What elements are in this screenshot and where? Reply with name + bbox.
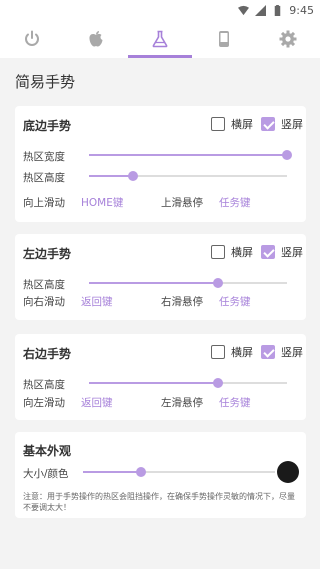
- checkbox-box: [211, 345, 225, 359]
- swipe-up-action[interactable]: HOME键: [81, 195, 123, 210]
- swipe-left-hold-action[interactable]: 任务键: [219, 395, 251, 410]
- tab-settings[interactable]: [256, 20, 320, 58]
- checkbox-label: 横屏: [231, 246, 253, 259]
- hotzone-height-label: 热区高度: [23, 172, 65, 184]
- hotzone-width-slider[interactable]: [89, 149, 292, 161]
- landscape-checkbox[interactable]: 横屏: [211, 244, 253, 260]
- left-gesture-card: 左边手势 横屏 竖屏 热区高度 向右滑动 返回键 右滑悬停 任务键: [15, 234, 306, 320]
- checkbox-box: [211, 117, 225, 131]
- hotzone-width-label: 热区宽度: [23, 151, 65, 163]
- status-bar: 9:45: [0, 0, 320, 20]
- signal-icon: [255, 4, 267, 16]
- checkbox-box: [211, 245, 225, 259]
- flask-icon: [152, 30, 168, 48]
- size-color-label: 大小/颜色: [23, 468, 69, 480]
- card-title: 基本外观: [23, 444, 72, 458]
- landscape-checkbox[interactable]: 横屏: [211, 344, 253, 360]
- card-title: 左边手势: [23, 247, 72, 261]
- checkbox-label: 横屏: [231, 118, 253, 131]
- slider-thumb[interactable]: [282, 150, 292, 160]
- phone-icon: [219, 31, 229, 47]
- hotzone-height-slider[interactable]: [89, 170, 287, 182]
- swipe-up-hold-label: 上滑悬停: [161, 197, 203, 209]
- apple-icon: [89, 31, 103, 47]
- swipe-left-hold-label: 左滑悬停: [161, 397, 203, 409]
- battery-icon: [275, 4, 281, 16]
- hotzone-height-label: 热区高度: [23, 379, 65, 391]
- card-title: 右边手势: [23, 347, 72, 361]
- portrait-checkbox[interactable]: 竖屏: [261, 344, 303, 360]
- checkbox-box: [261, 117, 275, 131]
- swipe-left-action[interactable]: 返回键: [81, 395, 113, 410]
- color-picker-swatch[interactable]: [277, 461, 299, 483]
- tab-apple[interactable]: [64, 20, 128, 58]
- hotzone-height-label: 热区高度: [23, 279, 65, 291]
- right-gesture-card: 右边手势 横屏 竖屏 热区高度 向左滑动 返回键 左滑悬停 任务键: [15, 334, 306, 420]
- swipe-right-label: 向右滑动: [23, 296, 65, 308]
- size-slider[interactable]: [83, 466, 275, 478]
- page-title: 简易手势: [15, 73, 76, 91]
- checkbox-label: 竖屏: [281, 346, 303, 359]
- swipe-up-label: 向上滑动: [23, 197, 65, 209]
- hotzone-height-slider[interactable]: [89, 377, 287, 389]
- clock: 9:45: [289, 3, 314, 17]
- checkbox-label: 竖屏: [281, 246, 303, 259]
- slider-thumb[interactable]: [127, 171, 138, 181]
- wifi-icon: [238, 5, 250, 15]
- checkbox-box: [261, 245, 275, 259]
- swipe-right-action[interactable]: 返回键: [81, 294, 113, 309]
- swipe-left-label: 向左滑动: [23, 397, 65, 409]
- warning-note: 注意：用于手势操作的热区会阻挡操作，在确保手势操作灵敏的情况下，尽量不要调太大！: [23, 492, 295, 512]
- power-icon: [25, 30, 39, 46]
- slider-thumb[interactable]: [212, 378, 223, 388]
- tab-phone[interactable]: [192, 20, 256, 58]
- tab-lab[interactable]: [128, 20, 192, 58]
- portrait-checkbox[interactable]: 竖屏: [261, 244, 303, 260]
- hotzone-height-slider[interactable]: [89, 277, 287, 289]
- appearance-card: 基本外观 大小/颜色 注意：用于手势操作的热区会阻挡操作，在确保手势操作灵敏的情…: [15, 432, 306, 518]
- landscape-checkbox[interactable]: 横屏: [211, 116, 253, 132]
- slider-thumb[interactable]: [135, 467, 146, 477]
- portrait-checkbox[interactable]: 竖屏: [261, 116, 303, 132]
- swipe-right-hold-label: 右滑悬停: [161, 296, 203, 308]
- checkbox-label: 横屏: [231, 346, 253, 359]
- checkbox-label: 竖屏: [281, 118, 303, 131]
- checkbox-box: [261, 345, 275, 359]
- tab-power[interactable]: [0, 20, 64, 58]
- gear-icon: [279, 30, 297, 48]
- tab-bar: [0, 20, 320, 58]
- swipe-right-hold-action[interactable]: 任务键: [219, 294, 251, 309]
- bottom-gesture-card: 底边手势 横屏 竖屏 热区宽度 热区高度 向上滑动 HOME键 上滑悬停 任务键: [15, 106, 306, 222]
- card-title: 底边手势: [23, 119, 72, 133]
- swipe-up-hold-action[interactable]: 任务键: [219, 195, 251, 210]
- slider-thumb[interactable]: [212, 278, 223, 288]
